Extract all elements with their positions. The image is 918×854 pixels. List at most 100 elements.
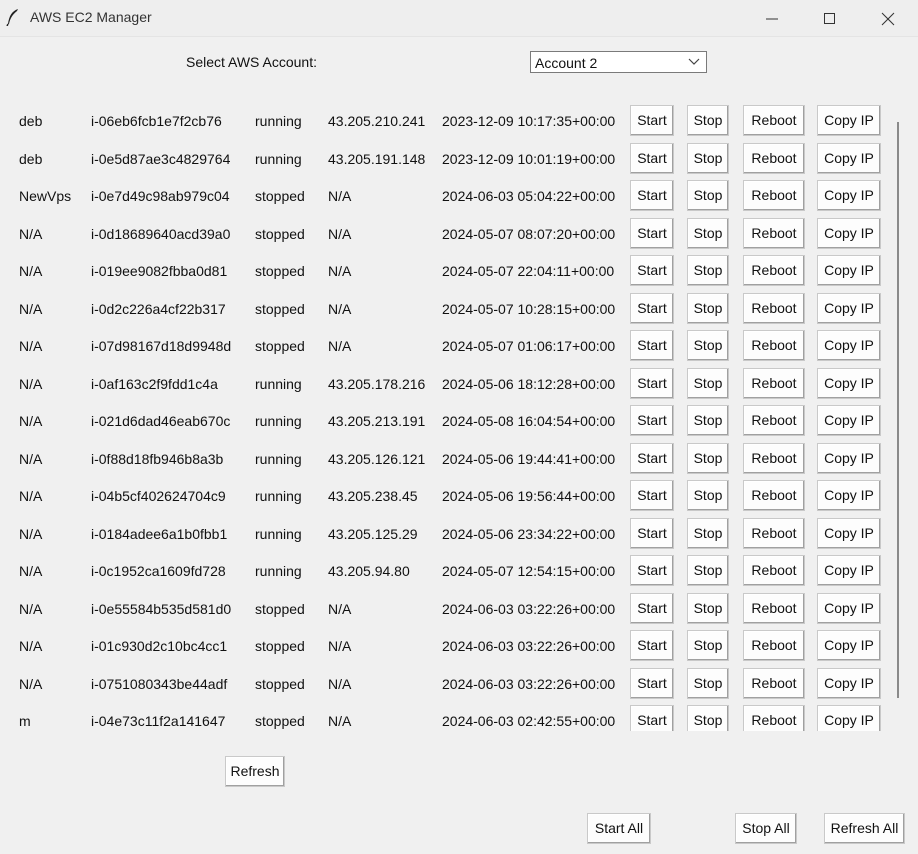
refresh-button[interactable]: Refresh xyxy=(225,756,285,787)
stop-button[interactable]: Stop xyxy=(687,292,729,324)
reboot-button[interactable]: Reboot xyxy=(743,442,805,474)
instance-id: i-0f88d18fb946b8a3b xyxy=(91,450,224,467)
minimize-icon xyxy=(766,18,778,20)
reboot-button[interactable]: Reboot xyxy=(743,367,805,399)
instance-row: deb i-06eb6fcb1e7f2cb76 running 43.205.210.… xyxy=(0,104,895,138)
instance-name: N/A xyxy=(19,563,43,579)
instance-ip: 43.205.125.29 xyxy=(328,525,418,542)
copy-ip-button[interactable]: Copy IP xyxy=(817,442,881,474)
start-all-button[interactable]: Start All xyxy=(587,813,651,844)
reboot-button[interactable]: Reboot xyxy=(743,592,805,624)
copy-ip-button[interactable]: Copy IP xyxy=(817,367,881,399)
start-button[interactable]: Start xyxy=(630,142,674,174)
stop-button[interactable]: Stop xyxy=(687,255,729,286)
reboot-button[interactable]: Reboot xyxy=(743,105,805,136)
stop-button[interactable]: Stop xyxy=(687,480,729,511)
instance-id: i-0c1952ca1609fd728 xyxy=(91,563,226,579)
instance-row: m i-04e73c11f2a141647 stopped N/A 2024-06-03… xyxy=(0,704,895,731)
stop-button[interactable]: Stop xyxy=(687,105,729,136)
start-button[interactable]: Start xyxy=(630,217,674,249)
account-select-value: Account 2 xyxy=(535,55,598,71)
start-button[interactable]: Start xyxy=(630,592,674,624)
reboot-button[interactable]: Reboot xyxy=(743,217,805,249)
start-button[interactable]: Start xyxy=(630,255,674,286)
stop-button[interactable]: Stop xyxy=(687,142,729,174)
instance-row: N/A i-04b5cf402624704c9 running 43.205.238.… xyxy=(0,479,895,513)
reboot-button[interactable]: Reboot xyxy=(743,180,805,211)
reboot-button[interactable]: Reboot xyxy=(743,330,805,361)
reboot-button[interactable]: Reboot xyxy=(743,705,805,731)
instance-name: NewVps xyxy=(19,188,72,204)
instance-ip: 43.205.178.216 xyxy=(328,375,426,392)
start-button[interactable]: Start xyxy=(630,330,674,361)
instance-launch-time: 2024-06-03 05:04:22+00:00 xyxy=(442,188,616,204)
copy-ip-button[interactable]: Copy IP xyxy=(817,630,881,661)
start-button[interactable]: Start xyxy=(630,367,674,399)
copy-ip-button[interactable]: Copy IP xyxy=(817,705,881,731)
stop-button[interactable]: Stop xyxy=(687,330,729,361)
start-button[interactable]: Start xyxy=(630,180,674,211)
reboot-button[interactable]: Reboot xyxy=(743,255,805,286)
start-button[interactable]: Start xyxy=(630,555,674,586)
instance-row: N/A i-021d6dad46eab670c running 43.205.213.… xyxy=(0,404,895,438)
copy-ip-button[interactable]: Copy IP xyxy=(817,255,881,286)
instance-ip: 43.205.191.148 xyxy=(328,150,426,167)
instance-launch-time: 2024-06-03 02:42:55+00:00 xyxy=(442,713,616,729)
start-button[interactable]: Start xyxy=(630,292,674,324)
start-button[interactable]: Start xyxy=(630,517,674,549)
reboot-button[interactable]: Reboot xyxy=(743,517,805,549)
stop-button[interactable]: Stop xyxy=(687,705,729,731)
start-button[interactable]: Start xyxy=(630,630,674,661)
close-button[interactable] xyxy=(860,0,916,36)
copy-ip-button[interactable]: Copy IP xyxy=(817,592,881,624)
instance-row: NewVps i-0e7d49c98ab979c04 stopped N/A 2024-… xyxy=(0,179,895,213)
vertical-scrollbar[interactable] xyxy=(897,122,899,698)
stop-button[interactable]: Stop xyxy=(687,517,729,549)
reboot-button[interactable]: Reboot xyxy=(743,480,805,511)
instance-launch-time: 2024-05-07 22:04:11+00:00 xyxy=(442,263,615,279)
start-button[interactable]: Start xyxy=(630,480,674,511)
reboot-button[interactable]: Reboot xyxy=(743,292,805,324)
copy-ip-button[interactable]: Copy IP xyxy=(817,517,881,549)
copy-ip-button[interactable]: Copy IP xyxy=(817,555,881,586)
start-button[interactable]: Start xyxy=(630,105,674,136)
instance-row: N/A i-0d2c226a4cf22b317 stopped N/A 2024-05-… xyxy=(0,292,895,326)
reboot-button[interactable]: Reboot xyxy=(743,142,805,174)
stop-button[interactable]: Stop xyxy=(687,180,729,211)
reboot-button[interactable]: Reboot xyxy=(743,405,805,436)
stop-button[interactable]: Stop xyxy=(687,442,729,474)
stop-button[interactable]: Stop xyxy=(687,555,729,586)
copy-ip-button[interactable]: Copy IP xyxy=(817,292,881,324)
instance-row: N/A i-0af163c2f9fdd1c4a running 43.205.178.… xyxy=(0,367,895,401)
maximize-button[interactable] xyxy=(802,0,858,36)
start-button[interactable]: Start xyxy=(630,442,674,474)
instance-ip: N/A xyxy=(328,600,352,617)
account-select[interactable]: Account 2 xyxy=(530,51,707,73)
stop-button[interactable]: Stop xyxy=(687,217,729,249)
stop-button[interactable]: Stop xyxy=(687,405,729,436)
instance-ip: N/A xyxy=(328,338,352,354)
reboot-button[interactable]: Reboot xyxy=(743,555,805,586)
stop-all-button[interactable]: Stop All xyxy=(735,813,797,844)
stop-button[interactable]: Stop xyxy=(687,630,729,661)
instance-state: stopped xyxy=(255,300,305,317)
start-button[interactable]: Start xyxy=(630,405,674,436)
copy-ip-button[interactable]: Copy IP xyxy=(817,330,881,361)
stop-button[interactable]: Stop xyxy=(687,367,729,399)
reboot-button[interactable]: Reboot xyxy=(743,667,805,699)
copy-ip-button[interactable]: Copy IP xyxy=(817,142,881,174)
copy-ip-button[interactable]: Copy IP xyxy=(817,405,881,436)
start-button[interactable]: Start xyxy=(630,705,674,731)
copy-ip-button[interactable]: Copy IP xyxy=(817,480,881,511)
start-button[interactable]: Start xyxy=(630,667,674,699)
reboot-button[interactable]: Reboot xyxy=(743,630,805,661)
stop-button[interactable]: Stop xyxy=(687,667,729,699)
title-bar: AWS EC2 Manager xyxy=(0,0,918,37)
minimize-button[interactable] xyxy=(744,0,800,36)
copy-ip-button[interactable]: Copy IP xyxy=(817,667,881,699)
copy-ip-button[interactable]: Copy IP xyxy=(817,105,881,136)
stop-button[interactable]: Stop xyxy=(687,592,729,624)
copy-ip-button[interactable]: Copy IP xyxy=(817,180,881,211)
copy-ip-button[interactable]: Copy IP xyxy=(817,217,881,249)
refresh-all-button[interactable]: Refresh All xyxy=(824,813,905,844)
